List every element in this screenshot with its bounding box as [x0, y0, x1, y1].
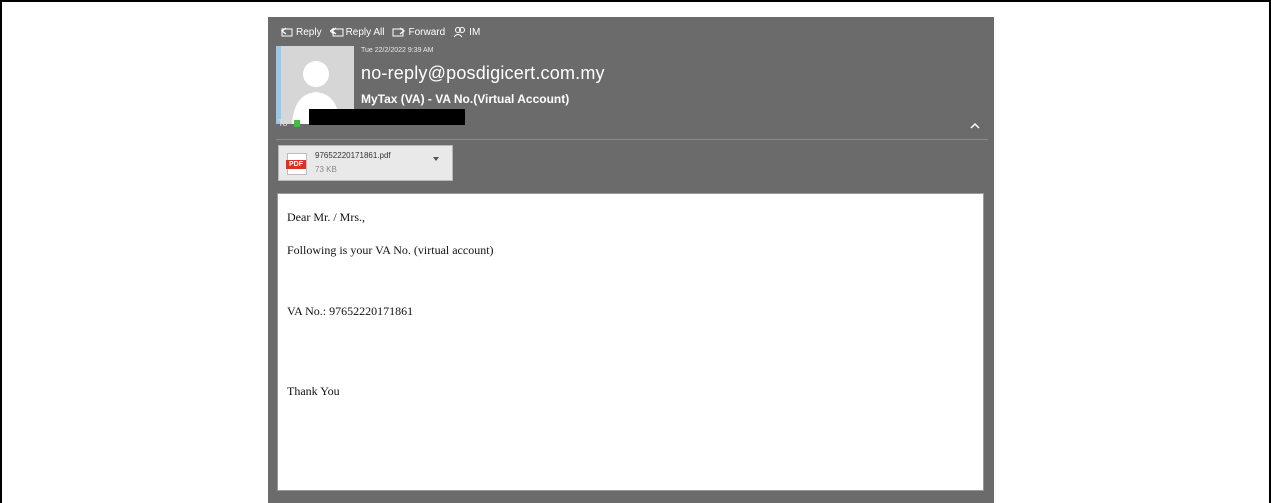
message-date: Tue 22/2/2022 9:39 AM: [361, 47, 434, 54]
reply-all-label: Reply All: [345, 26, 385, 38]
body-closing: Thank You: [287, 384, 340, 398]
reply-all-icon: [329, 27, 344, 37]
pdf-badge: PDF: [286, 160, 306, 169]
collapse-header-button[interactable]: [970, 121, 980, 133]
attachment-filename: 97652220171861.pdf: [315, 151, 391, 160]
im-label: IM: [469, 26, 481, 38]
email-reading-pane: Reply Reply All Forward IM Tue 22/2/2022…: [268, 17, 994, 503]
forward-button[interactable]: Forward: [392, 26, 445, 38]
attachment-size: 73 KB: [315, 165, 337, 174]
body-va-number: VA No.: 97652220171861: [287, 304, 414, 318]
redacted-recipient: [309, 109, 465, 125]
message-body: Dear Mr. / Mrs., Following is your VA No…: [277, 193, 984, 491]
reply-label: Reply: [296, 26, 322, 38]
sender-address[interactable]: no-reply@posdigicert.com.my: [361, 63, 605, 84]
reply-icon: [281, 27, 293, 37]
reply-all-button[interactable]: Reply All: [329, 26, 385, 38]
pdf-file-icon: PDF: [286, 153, 307, 175]
chevron-down-icon[interactable]: [433, 157, 439, 161]
recipient-row: To: [278, 118, 300, 128]
forward-label: Forward: [408, 26, 446, 38]
message-toolbar: Reply Reply All Forward IM: [280, 23, 480, 41]
chevron-up-icon: [970, 122, 980, 129]
to-label: To: [278, 118, 288, 128]
presence-indicator: [293, 119, 300, 127]
header-divider: [276, 139, 988, 140]
im-icon: [453, 27, 466, 38]
attachment-chip[interactable]: PDF 97652220171861.pdf 73 KB: [278, 145, 453, 181]
im-button[interactable]: IM: [453, 26, 480, 38]
forward-icon: [392, 27, 406, 37]
message-subject: MyTax (VA) - VA No.(Virtual Account): [361, 92, 570, 106]
body-intro: Following is your VA No. (virtual accoun…: [287, 243, 494, 257]
body-greeting: Dear Mr. / Mrs.,: [287, 210, 365, 224]
reply-button[interactable]: Reply: [280, 26, 322, 38]
